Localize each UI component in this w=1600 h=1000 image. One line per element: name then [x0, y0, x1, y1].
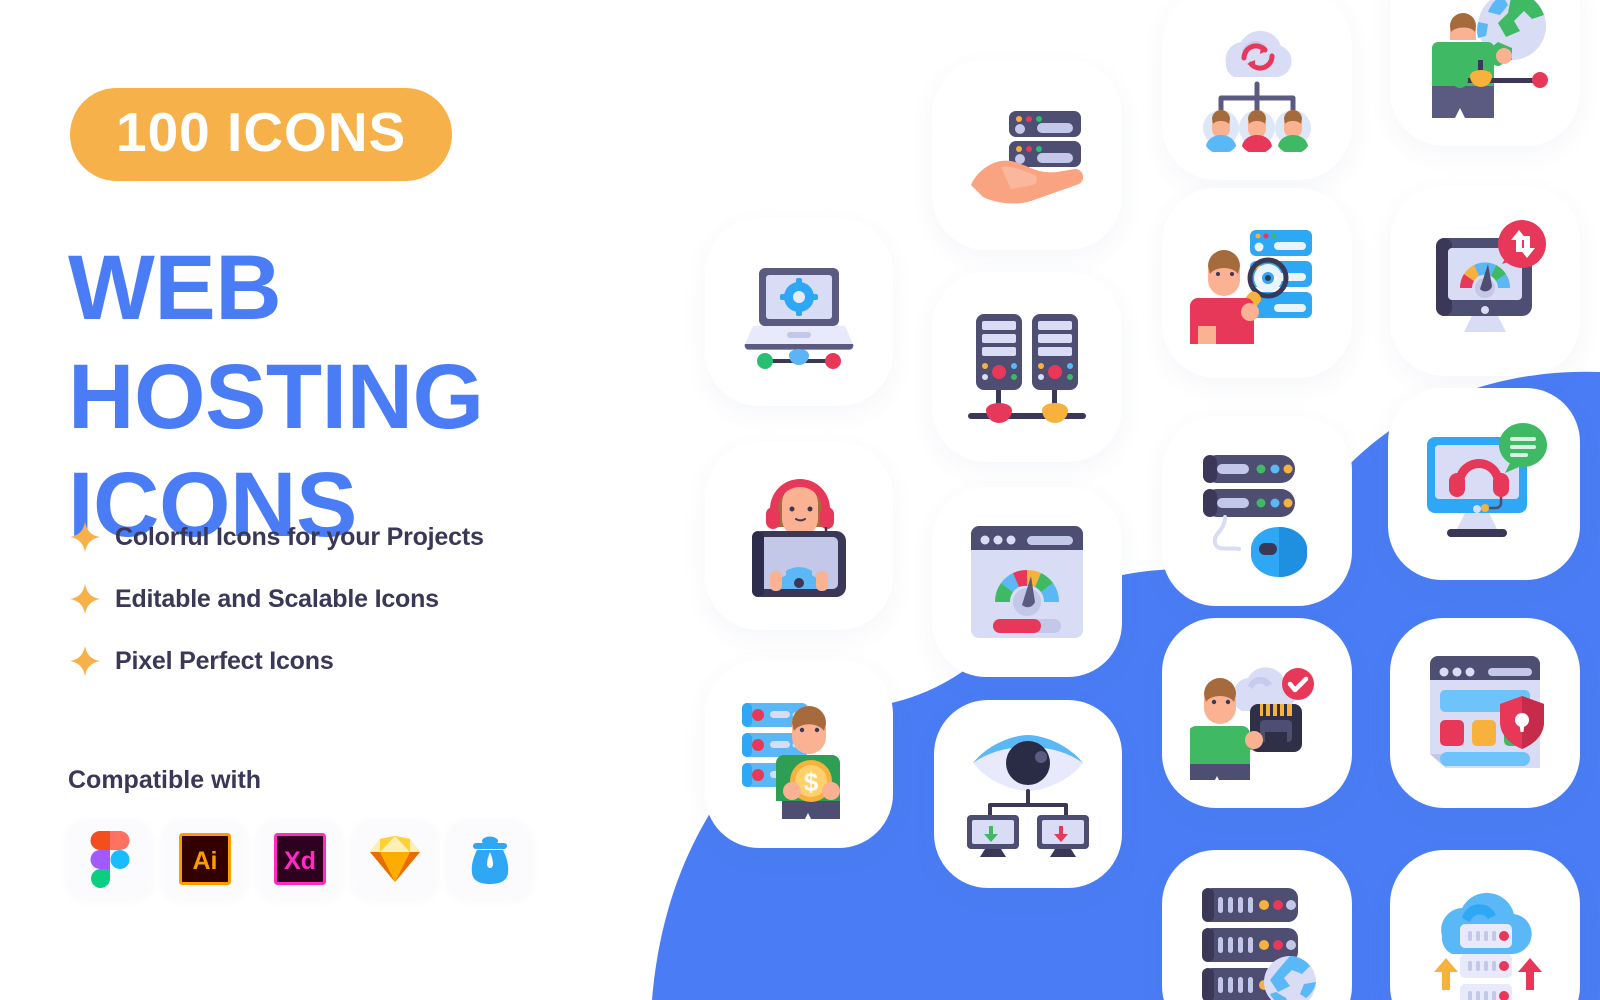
card-laptop-settings-network[interactable]: [705, 218, 893, 406]
svg-text:$: $: [804, 767, 819, 797]
card-server-racks-network[interactable]: [932, 272, 1122, 462]
monitor-speed-transfer-icon: [1436, 220, 1546, 332]
card-man-server-search[interactable]: [1162, 188, 1352, 378]
man-globe-network-icon: [1432, 0, 1548, 118]
card-man-cloud-ethernet[interactable]: [1162, 618, 1352, 808]
card-hand-holding-server[interactable]: [932, 60, 1122, 250]
card-server-money[interactable]: $: [705, 660, 893, 848]
card-monitor-speed-transfer[interactable]: [1390, 186, 1580, 376]
card-cloud-users-network[interactable]: [1162, 0, 1352, 180]
server-globe-icon: [1202, 888, 1316, 1000]
support-agent-monitor-icon: [752, 479, 846, 597]
live-chat-support-icon: [1427, 423, 1547, 537]
cloud-users-network-icon: [1203, 30, 1311, 152]
cloud-server-transfer-icon: [1434, 892, 1542, 1000]
card-support-agent-monitor[interactable]: [705, 442, 893, 630]
card-server-globe[interactable]: [1162, 850, 1352, 1000]
card-secure-website[interactable]: [1390, 618, 1580, 808]
laptop-settings-network-icon: [744, 268, 854, 369]
card-browser-speed-gauge[interactable]: [932, 487, 1122, 677]
secure-website-icon: [1430, 656, 1544, 768]
card-live-chat-support[interactable]: [1388, 388, 1580, 580]
card-man-globe-network[interactable]: [1390, 0, 1580, 146]
browser-speed-gauge-icon: [971, 526, 1083, 638]
card-server-mouse[interactable]: [1162, 416, 1352, 606]
icon-card-grid: $: [0, 0, 1600, 1000]
man-server-search-icon: [1190, 230, 1312, 344]
server-mouse-icon: [1203, 455, 1307, 577]
card-cloud-server-transfer[interactable]: [1390, 850, 1580, 1000]
server-racks-network-icon: [968, 314, 1086, 423]
surveillance-eye-network-icon: [967, 735, 1089, 857]
poster-canvas: 100 ICONS WEB HOSTING ICONS Colorful Ico…: [0, 0, 1600, 1000]
hand-holding-server-icon: [971, 111, 1084, 204]
man-cloud-ethernet-icon: [1190, 667, 1314, 780]
card-surveillance-eye-network[interactable]: [934, 700, 1122, 888]
server-money-icon: $: [742, 703, 840, 819]
